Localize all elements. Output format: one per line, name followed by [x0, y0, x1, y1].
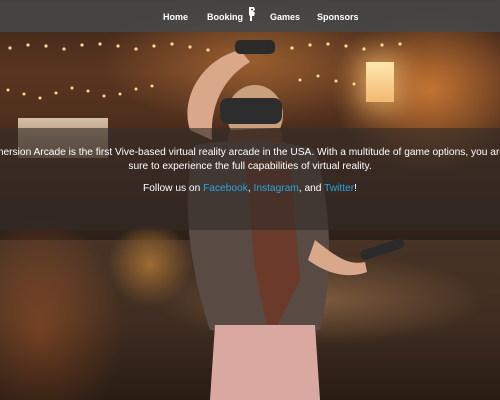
follow-separator-2: , and [298, 183, 325, 194]
nav-sponsors-link[interactable]: Sponsors [317, 0, 359, 32]
page: Home Booking Games Sponsors mersion Arca… [0, 0, 500, 400]
social-follow-text: Follow us on Facebook, Instagram, and Tw… [0, 182, 500, 196]
instagram-link[interactable]: Instagram [254, 183, 299, 194]
controller-logo-icon[interactable] [247, 6, 257, 22]
follow-suffix: ! [354, 183, 357, 194]
nav-home-link[interactable]: Home [163, 0, 188, 32]
banner-description-line2: sure to experience the full capabilities… [128, 161, 372, 172]
follow-prefix: Follow us on [143, 183, 204, 194]
banner-description-line1: mersion Arcade is the first Vive-based v… [0, 147, 500, 158]
intro-banner: mersion Arcade is the first Vive-based v… [0, 128, 500, 230]
nav-games-link[interactable]: Games [270, 0, 300, 32]
twitter-link[interactable]: Twitter [324, 183, 354, 194]
nav-booking-link[interactable]: Booking [207, 0, 243, 32]
facebook-link[interactable]: Facebook [203, 183, 248, 194]
top-nav-bar: Home Booking Games Sponsors [0, 0, 500, 32]
